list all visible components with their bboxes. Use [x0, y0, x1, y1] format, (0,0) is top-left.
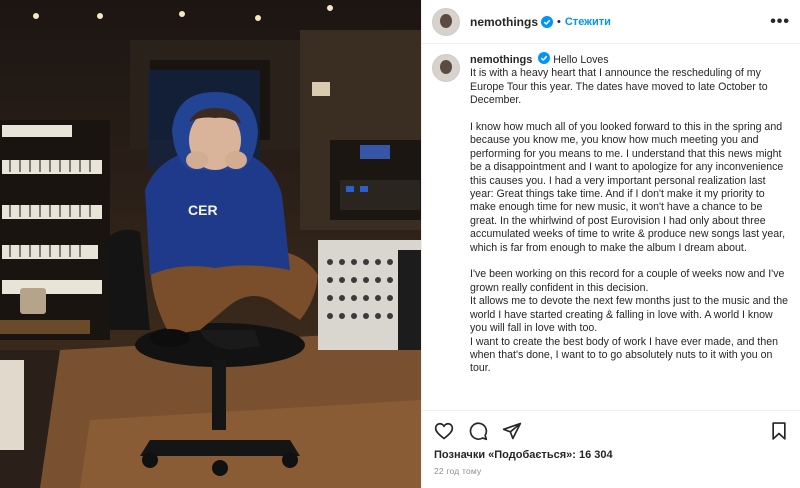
paper-plane-icon[interactable]: [502, 421, 522, 441]
verified-badge-icon: [541, 15, 553, 28]
post-details-panel: nemothings • Стежити ••• nemothings Hell…: [421, 0, 800, 488]
studio-photo-illustration: CER: [0, 5, 421, 488]
caption-title: Hello Loves: [553, 54, 609, 66]
svg-text:CER: CER: [188, 202, 218, 218]
instagram-post-view: CER nemothings • Стежити ••• nemothings …: [0, 0, 800, 488]
author-username[interactable]: nemothings: [470, 15, 538, 29]
post-photo: CER: [0, 0, 421, 488]
caption-username[interactable]: nemothings: [470, 54, 532, 66]
bookmark-icon[interactable]: [769, 421, 789, 441]
verified-badge-icon: [538, 52, 551, 64]
post-timestamp[interactable]: 22 год тому: [422, 461, 800, 476]
caption-paragraph: I've been working on this record for a c…: [470, 268, 785, 294]
caption-paragraph: It is with a heavy heart that I announce…: [470, 67, 768, 107]
caption-paragraph: I know how much all of you looked forwar…: [470, 121, 786, 254]
follow-button[interactable]: Стежити: [565, 16, 611, 28]
more-options-icon[interactable]: •••: [770, 13, 790, 31]
caption-paragraph: I want to create the best body of work I…: [470, 335, 778, 375]
comment-icon[interactable]: [468, 421, 488, 441]
caption-author-avatar[interactable]: [432, 54, 460, 82]
post-actions: Позначки «Подобається»: 16 304 22 год то…: [422, 410, 800, 488]
caption-body: nemothings Hello Loves It is with a heav…: [470, 52, 792, 376]
heart-icon[interactable]: [434, 421, 454, 441]
author-avatar[interactable]: [432, 7, 460, 36]
caption-paragraph: It allows me to devote the next few mont…: [470, 295, 788, 335]
action-icons-row: [422, 411, 800, 443]
likes-count[interactable]: Позначки «Подобається»: 16 304: [422, 443, 800, 461]
post-caption: nemothings Hello Loves It is with a heav…: [432, 52, 794, 376]
header-separator: •: [557, 15, 561, 28]
post-header: nemothings • Стежити •••: [422, 0, 800, 44]
